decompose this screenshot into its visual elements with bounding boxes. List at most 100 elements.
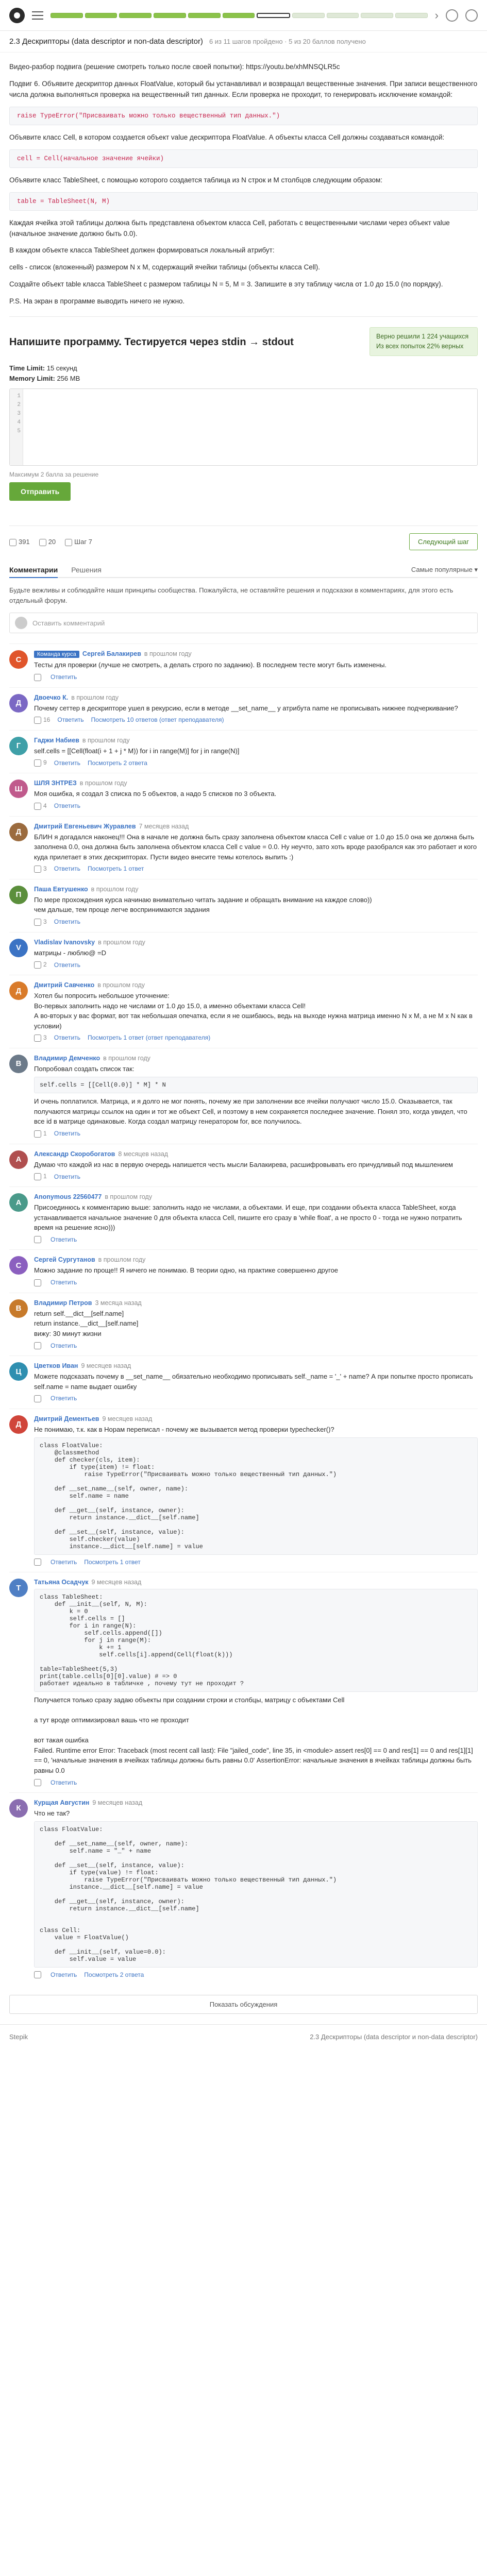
comment-author[interactable]: Гаджи Набиев <box>34 737 79 744</box>
like-button[interactable]: 391 <box>9 538 30 546</box>
comment-like-button[interactable] <box>34 1971 43 1979</box>
avatar[interactable]: Д <box>9 693 28 713</box>
avatar[interactable]: Т <box>9 1579 28 1598</box>
comment-like-button[interactable]: 2 <box>34 961 47 969</box>
comment-like-button[interactable]: 3 <box>34 918 47 926</box>
user-icon[interactable] <box>465 9 478 22</box>
comment-like-button[interactable]: 9 <box>34 759 47 767</box>
comment-author[interactable]: Паша Евтушенко <box>34 886 88 893</box>
avatar[interactable]: К <box>9 1799 28 1818</box>
comment-author[interactable]: Владимир Демченко <box>34 1055 100 1062</box>
avatar[interactable]: В <box>9 1299 28 1318</box>
video-link[interactable]: Видео-разбор подвига (решение смотреть т… <box>9 62 478 73</box>
reply-link[interactable]: Ответить <box>54 1173 80 1180</box>
reply-link[interactable]: Ответить <box>51 1971 77 1978</box>
step-6[interactable] <box>222 12 255 18</box>
comment-like-button[interactable] <box>34 1279 43 1286</box>
avatar[interactable]: С <box>9 650 28 669</box>
next-step-button[interactable]: Следующий шаг <box>409 533 478 551</box>
avatar[interactable]: Д <box>9 822 28 841</box>
comment-like-button[interactable]: 1 <box>34 1173 47 1181</box>
code-editor[interactable]: 1 2 3 4 5 <box>9 388 478 466</box>
footer-lesson[interactable]: 2.3 Дескрипторы (data descriptor и non-d… <box>310 2033 478 2041</box>
reply-link[interactable]: Ответить <box>51 1558 77 1566</box>
avatar[interactable]: A <box>9 1193 28 1212</box>
footer-brand[interactable]: Stepik <box>9 2033 28 2041</box>
lesson-title[interactable]: 2.3 Дескрипторы (data descriptor и non-d… <box>9 37 203 46</box>
comment-author[interactable]: Anonymous 22560477 <box>34 1193 102 1200</box>
avatar[interactable]: Д <box>9 1415 28 1434</box>
show-replies-link[interactable]: Посмотреть 1 ответ (ответ преподавателя) <box>88 1034 210 1041</box>
reply-link[interactable]: Ответить <box>54 1034 80 1041</box>
comment-author[interactable]: Дмитрий Савченко <box>34 981 94 989</box>
show-replies-link[interactable]: Посмотреть 2 ответа <box>84 1971 144 1978</box>
dislike-button[interactable]: 20 <box>39 538 56 546</box>
comment-like-button[interactable] <box>34 1342 43 1349</box>
avatar[interactable]: П <box>9 885 28 904</box>
comment-like-button[interactable]: 16 <box>34 716 50 724</box>
reply-link[interactable]: Ответить <box>51 1279 77 1286</box>
comment-like-button[interactable] <box>34 1778 43 1786</box>
reply-link[interactable]: Ответить <box>54 802 80 809</box>
comment-author[interactable]: Дмитрий Дементьев <box>34 1415 99 1422</box>
next-arrow-icon[interactable]: › <box>435 9 439 22</box>
comment-author[interactable]: Курщая Августин <box>34 1799 89 1806</box>
comment-author[interactable]: Александр Скоробогатов <box>34 1150 115 1158</box>
avatar[interactable]: В <box>9 1054 28 1073</box>
comment-like-button[interactable] <box>34 1236 43 1244</box>
reply-link[interactable]: Ответить <box>51 1779 77 1786</box>
bell-icon[interactable] <box>446 9 458 22</box>
comment-author[interactable]: Сергей Балакирев <box>82 650 141 657</box>
reply-link[interactable]: Ответить <box>54 1130 80 1137</box>
show-discussions-button[interactable]: Показать обсуждения <box>9 1995 478 2014</box>
comment-author[interactable]: Татьяна Осадчук <box>34 1579 89 1586</box>
reply-link[interactable]: Ответить <box>54 961 80 969</box>
avatar[interactable]: Д <box>9 981 28 1001</box>
comment-author[interactable]: Vladislav Ivanovsky <box>34 939 95 946</box>
avatar[interactable]: Ш <box>9 779 28 799</box>
avatar[interactable]: V <box>9 938 28 957</box>
reply-link[interactable]: Ответить <box>51 1395 77 1402</box>
menu-icon[interactable] <box>32 11 43 20</box>
step-5[interactable] <box>188 12 221 18</box>
step-3[interactable] <box>119 12 152 18</box>
comment-author[interactable]: Дмитрий Евгеньевич Журавлев <box>34 823 136 830</box>
comment-author[interactable]: Сергей Сургутанов <box>34 1256 95 1263</box>
show-replies-link[interactable]: Посмотреть 1 ответ <box>88 865 144 872</box>
show-replies-link[interactable]: Посмотреть 1 ответ <box>84 1558 140 1566</box>
comment-like-button[interactable]: 3 <box>34 1034 47 1042</box>
avatar[interactable]: А <box>9 1150 28 1169</box>
comment-input[interactable]: Оставить комментарий <box>9 613 478 634</box>
step-2[interactable] <box>85 12 117 18</box>
avatar[interactable]: Ц <box>9 1362 28 1381</box>
comment-like-button[interactable] <box>34 1395 43 1402</box>
show-replies-link[interactable]: Посмотреть 2 ответа <box>88 759 147 767</box>
step-8[interactable] <box>292 12 325 18</box>
reply-link[interactable]: Ответить <box>54 759 80 767</box>
show-replies-link[interactable]: Посмотреть 10 ответов (ответ преподавате… <box>91 716 224 723</box>
reply-link[interactable]: Ответить <box>54 918 80 925</box>
submit-button[interactable]: Отправить <box>9 482 71 501</box>
comment-like-button[interactable]: 3 <box>34 865 47 873</box>
avatar[interactable]: С <box>9 1256 28 1275</box>
comment-like-button[interactable]: 4 <box>34 802 47 810</box>
reply-link[interactable]: Ответить <box>51 1342 77 1349</box>
comment-author[interactable]: ШЛЯ ЗНТРЕЗ <box>34 779 77 787</box>
reply-link[interactable]: Ответить <box>57 716 83 723</box>
step-10[interactable] <box>361 12 394 18</box>
comment-like-button[interactable] <box>34 1558 43 1566</box>
reply-link[interactable]: Ответить <box>54 865 80 872</box>
comment-like-button[interactable] <box>34 673 43 681</box>
reply-link[interactable]: Ответить <box>51 1236 77 1243</box>
step-11[interactable] <box>395 12 428 18</box>
logo-icon[interactable] <box>9 7 25 23</box>
comment-author[interactable]: Двоечко К. <box>34 694 68 701</box>
reply-link[interactable]: Ответить <box>51 673 77 681</box>
comment-author[interactable]: Владимир Петров <box>34 1299 92 1307</box>
comment-author[interactable]: Цветков Иван <box>34 1362 78 1369</box>
step-9[interactable] <box>326 12 359 18</box>
sort-dropdown[interactable]: Самые популярные ▾ <box>411 566 478 577</box>
tab-solutions[interactable]: Решения <box>71 563 102 577</box>
step-4[interactable] <box>154 12 186 18</box>
step-1[interactable] <box>51 12 83 18</box>
